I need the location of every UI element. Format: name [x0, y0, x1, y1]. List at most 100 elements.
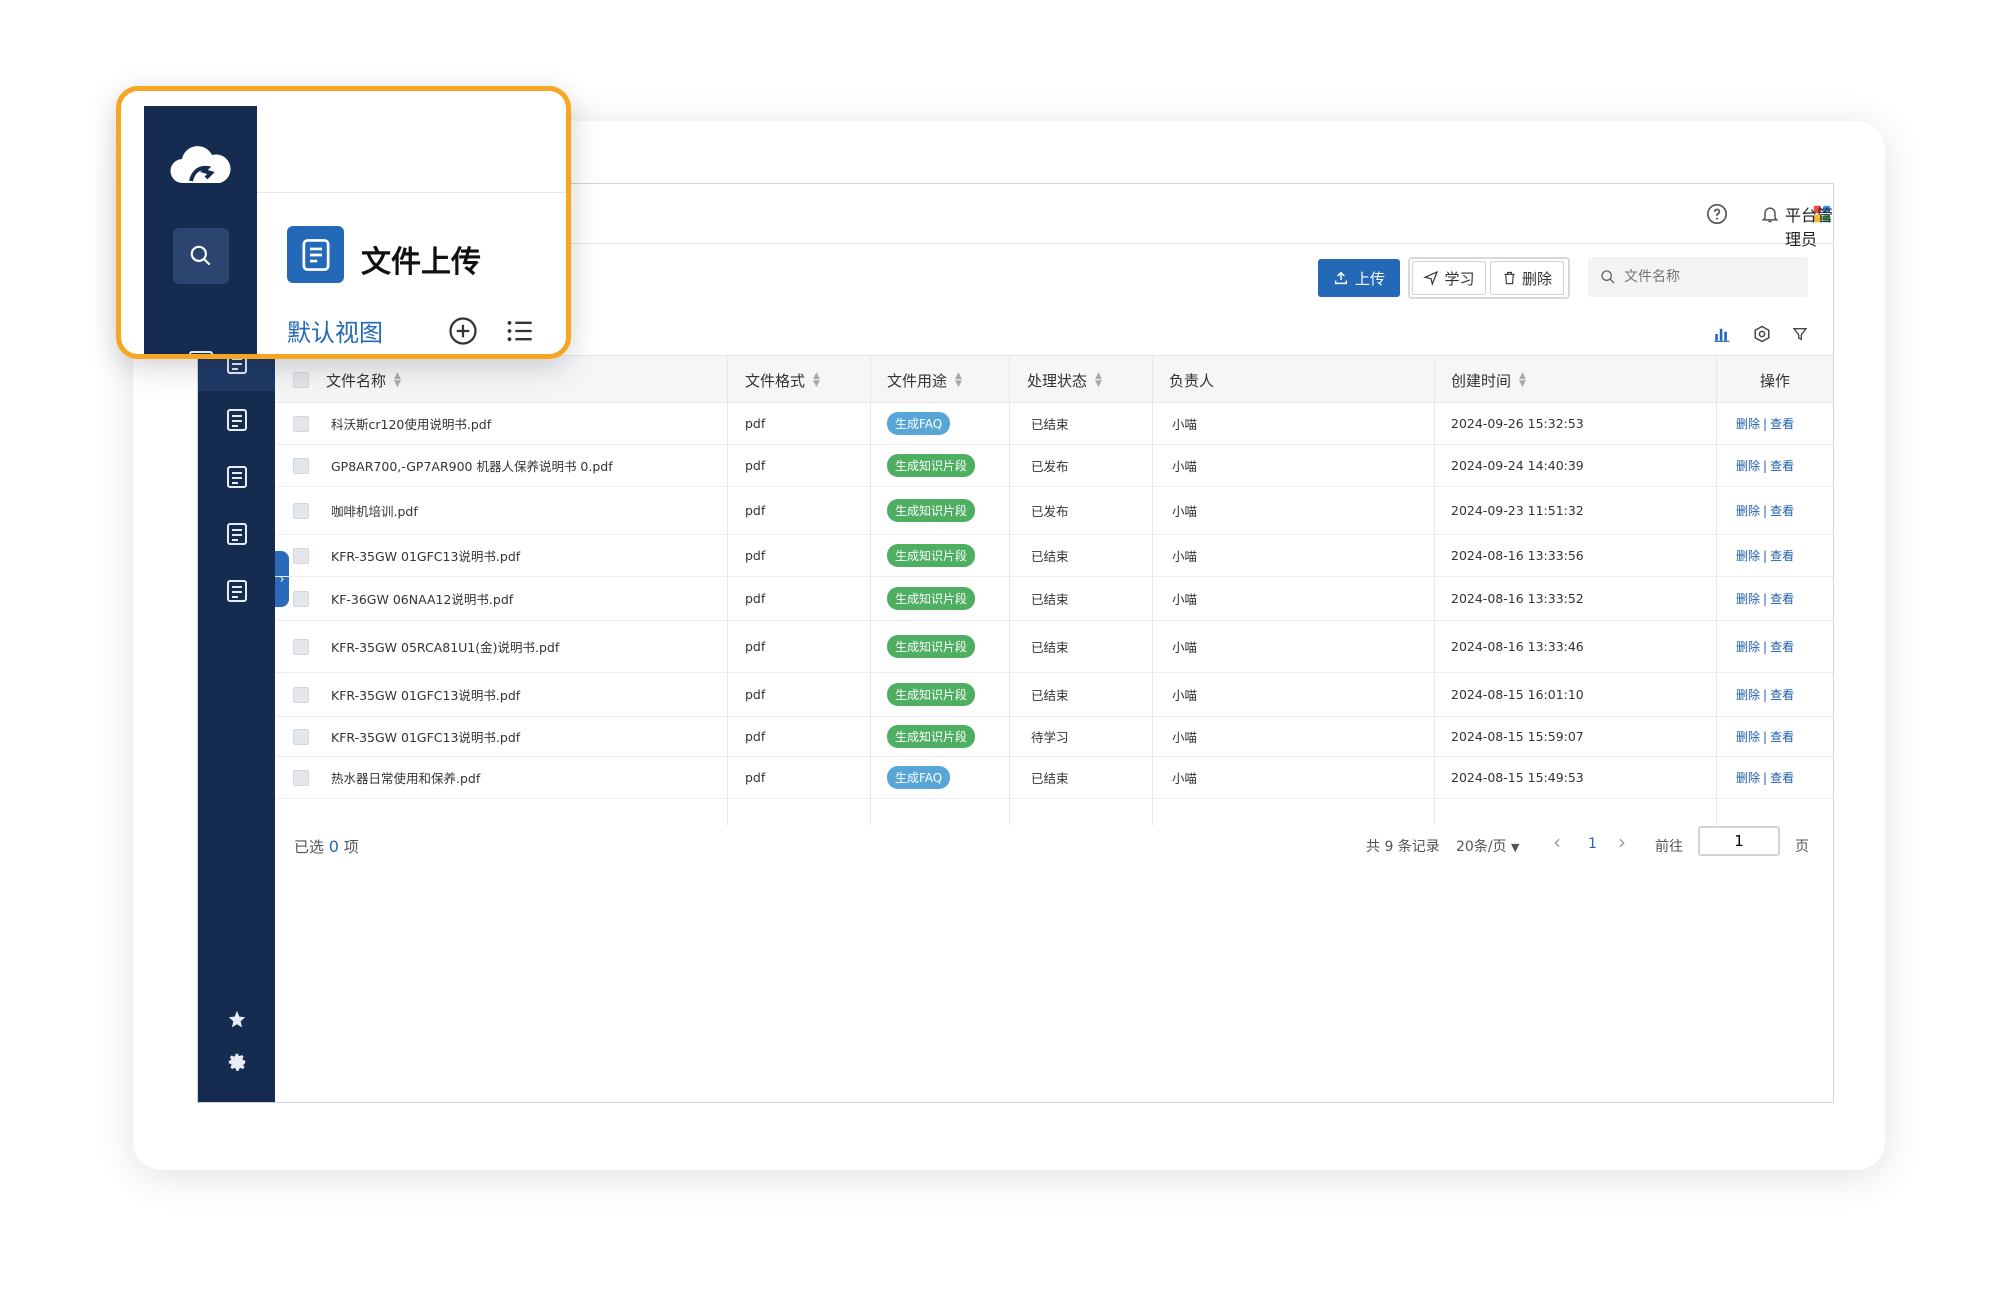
- row-view-link[interactable]: 查看: [1770, 638, 1794, 655]
- table-row[interactable]: 热水器日常使用和保养.pdf pdf 生成FAQ 已结束 小喵 2024-08-15 15…: [275, 757, 1833, 799]
- file-format: pdf: [745, 770, 766, 785]
- row-delete-link[interactable]: 删除: [1736, 457, 1760, 474]
- row-checkbox[interactable]: [293, 535, 309, 576]
- process-status: 已结束: [1031, 549, 1069, 564]
- sidebar-item-doc-5[interactable]: [198, 563, 275, 619]
- table-row[interactable]: KFR-35GW 01GFC13说明书.pdf pdf 生成知识片段 已结束 小喵 202…: [275, 673, 1833, 717]
- goto-page-input[interactable]: [1698, 826, 1780, 856]
- file-name[interactable]: GP8AR700,-GP7AR900 机器人保养说明书 0.pdf: [331, 445, 613, 486]
- next-page-button[interactable]: ›: [1618, 830, 1626, 854]
- row-actions: 删除 | 查看: [1736, 717, 1794, 756]
- row-view-link[interactable]: 查看: [1770, 502, 1794, 519]
- table-row[interactable]: 咖啡机培训.pdf pdf 生成知识片段 已发布 小喵 2024-09-23 11:51:…: [275, 487, 1833, 535]
- row-delete-link[interactable]: 删除: [1736, 415, 1760, 432]
- row-delete-link[interactable]: 删除: [1736, 728, 1760, 745]
- filter-icon[interactable]: [1789, 322, 1811, 346]
- column-header-created[interactable]: 创建时间 ▲ ▼: [1451, 356, 1526, 404]
- file-name[interactable]: KFR-35GW 01GFC13说明书.pdf: [331, 717, 520, 756]
- sort-icon[interactable]: ▲ ▼: [394, 372, 401, 389]
- sort-icon[interactable]: ▲ ▼: [1519, 372, 1526, 389]
- row-checkbox[interactable]: [293, 621, 309, 672]
- row-view-link[interactable]: 查看: [1770, 769, 1794, 786]
- row-checkbox[interactable]: [293, 577, 309, 620]
- trash-icon: [1504, 271, 1515, 285]
- sidebar-item-doc-3[interactable]: [198, 449, 275, 505]
- row-checkbox[interactable]: [293, 717, 309, 756]
- process-status: 已发布: [1031, 504, 1069, 519]
- table-row[interactable]: 科沃斯cr120使用说明书.pdf pdf 生成FAQ 已结束 小喵 2024-09-26…: [275, 403, 1833, 445]
- prev-page-button[interactable]: ‹: [1553, 830, 1561, 854]
- created-time: 2024-09-23 11:51:32: [1451, 503, 1584, 518]
- row-view-link[interactable]: 查看: [1770, 590, 1794, 607]
- row-view-link[interactable]: 查看: [1770, 547, 1794, 564]
- chart-view-icon[interactable]: [1711, 322, 1733, 346]
- sort-icon[interactable]: ▲ ▼: [813, 372, 820, 389]
- sidebar-item-plugins[interactable]: [198, 1000, 275, 1040]
- row-checkbox[interactable]: [293, 403, 309, 444]
- file-name[interactable]: KFR-35GW 05RCA81U1(金)说明书.pdf: [331, 621, 559, 672]
- sort-icon[interactable]: ▲ ▼: [955, 372, 962, 389]
- row-view-link[interactable]: 查看: [1770, 728, 1794, 745]
- row-view-link[interactable]: 查看: [1770, 415, 1794, 432]
- row-delete-link[interactable]: 删除: [1736, 502, 1760, 519]
- sort-icon[interactable]: ▲ ▼: [1095, 372, 1102, 389]
- delete-button[interactable]: 删除: [1490, 261, 1564, 295]
- action-separator: |: [1763, 729, 1768, 744]
- column-header-owner: 负责人: [1169, 371, 1215, 390]
- table-row[interactable]: GP8AR700,-GP7AR900 机器人保养说明书 0.pdf pdf 生成知识…: [275, 445, 1833, 487]
- file-name[interactable]: 科沃斯cr120使用说明书.pdf: [331, 403, 491, 444]
- learn-button[interactable]: 学习: [1412, 261, 1486, 295]
- action-separator: |: [1763, 416, 1768, 431]
- file-name[interactable]: KF-36GW 06NAA12说明书.pdf: [331, 577, 513, 620]
- sidebar-item-doc-2[interactable]: [198, 392, 275, 448]
- row-delete-link[interactable]: 删除: [1736, 769, 1760, 786]
- row-view-link[interactable]: 查看: [1770, 457, 1794, 474]
- table-row[interactable]: KFR-35GW 05RCA81U1(金)说明书.pdf pdf 生成知识片段 已结束…: [275, 621, 1833, 673]
- current-page[interactable]: 1: [1588, 836, 1597, 852]
- column-header-name[interactable]: 文件名称 ▲ ▼: [326, 356, 401, 404]
- row-delete-link[interactable]: 删除: [1736, 547, 1760, 564]
- row-checkbox[interactable]: [293, 757, 309, 798]
- add-circle-icon[interactable]: [448, 316, 478, 346]
- created-time: 2024-08-16 13:33:46: [1451, 639, 1584, 654]
- row-checkbox[interactable]: [293, 487, 309, 534]
- column-header-status[interactable]: 处理状态 ▲ ▼: [1027, 356, 1102, 404]
- search-input[interactable]: [1624, 269, 1784, 285]
- file-name[interactable]: KFR-35GW 01GFC13说明书.pdf: [331, 535, 520, 576]
- page-size-select[interactable]: 20条/页 ▼: [1456, 836, 1519, 856]
- view-selector[interactable]: 默认视图: [287, 313, 383, 348]
- owner: 小喵: [1172, 730, 1198, 745]
- file-format: pdf: [745, 729, 766, 744]
- bell-icon[interactable]: [1758, 202, 1782, 226]
- row-checkbox[interactable]: [293, 445, 309, 486]
- settings-hex-icon[interactable]: [1751, 322, 1773, 346]
- row-actions: 删除 | 查看: [1736, 403, 1794, 444]
- column-header-usage[interactable]: 文件用途 ▲ ▼: [887, 356, 962, 404]
- created-time: 2024-09-24 14:40:39: [1451, 458, 1584, 473]
- user-name[interactable]: 平台管理员: [1785, 202, 1833, 250]
- row-delete-link[interactable]: 删除: [1736, 638, 1760, 655]
- sidebar-item-doc-4[interactable]: [198, 506, 275, 562]
- column-header-format[interactable]: 文件格式 ▲ ▼: [745, 356, 820, 404]
- upload-button-label: 上传: [1354, 269, 1385, 288]
- search-nav-button[interactable]: [173, 228, 229, 284]
- row-view-link[interactable]: 查看: [1770, 686, 1794, 703]
- file-name[interactable]: 咖啡机培训.pdf: [331, 487, 418, 534]
- search-icon: [190, 245, 211, 266]
- table-row[interactable]: KFR-35GW 01GFC13说明书.pdf pdf 生成知识片段 待学习 小喵 202…: [275, 717, 1833, 757]
- row-delete-link[interactable]: 删除: [1736, 686, 1760, 703]
- table-row[interactable]: KF-36GW 06NAA12说明书.pdf pdf 生成知识片段 已结束 小喵 2024…: [275, 577, 1833, 621]
- file-usage: 生成知识片段: [887, 487, 976, 534]
- table-row[interactable]: KFR-35GW 01GFC13说明书.pdf pdf 生成知识片段 已结束 小喵 202…: [275, 535, 1833, 577]
- help-circle-icon[interactable]: [1705, 202, 1729, 226]
- select-all-checkbox[interactable]: [293, 356, 309, 404]
- sidebar-item-settings[interactable]: [198, 1042, 275, 1082]
- file-name[interactable]: 热水器日常使用和保养.pdf: [331, 757, 480, 798]
- row-delete-link[interactable]: 删除: [1736, 590, 1760, 607]
- list-icon[interactable]: [506, 318, 534, 344]
- row-checkbox[interactable]: [293, 673, 309, 716]
- send-icon: [1423, 270, 1439, 286]
- upload-button[interactable]: 上传: [1318, 259, 1400, 297]
- file-name[interactable]: KFR-35GW 01GFC13说明书.pdf: [331, 673, 520, 716]
- file-usage: 生成知识片段: [887, 621, 976, 672]
